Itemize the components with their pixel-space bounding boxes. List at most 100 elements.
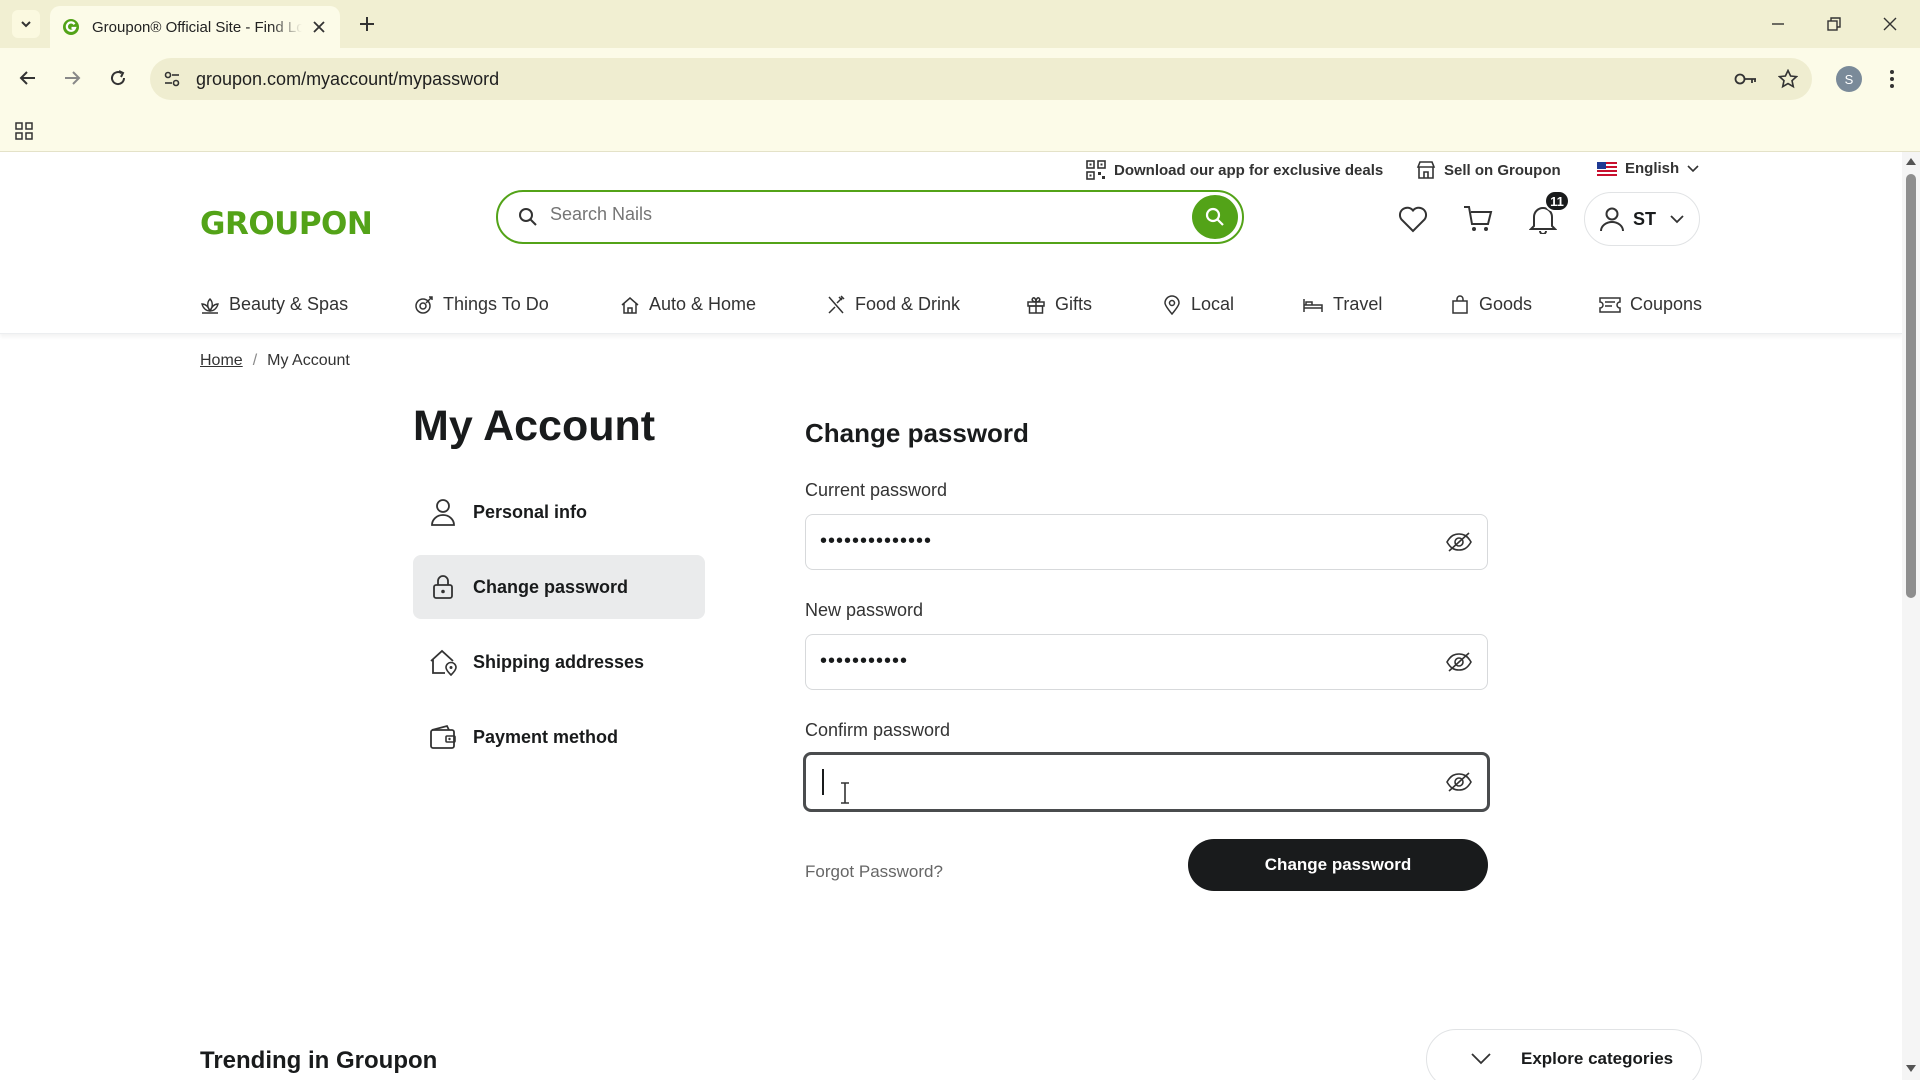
- reload-button[interactable]: [104, 64, 132, 92]
- user-initials: ST: [1633, 208, 1657, 229]
- search-input[interactable]: [550, 204, 1150, 225]
- forward-button[interactable]: [58, 64, 86, 92]
- breadcrumb-current: My Account: [267, 352, 350, 369]
- category-label: Things To Do: [443, 294, 549, 314]
- tab-search-button[interactable]: [12, 10, 40, 38]
- explore-label: Explore categories: [1521, 1049, 1674, 1068]
- lock-icon: [429, 573, 457, 601]
- category-label: Coupons: [1630, 294, 1703, 314]
- close-window-button[interactable]: [1876, 10, 1904, 38]
- site-header: GROUPON 11 ST: [0, 190, 1902, 270]
- sidebar-item-shipping-addresses[interactable]: Shipping addresses: [413, 630, 705, 694]
- new-password-value: •••••••••••: [820, 650, 909, 672]
- restore-icon: [1827, 17, 1841, 31]
- user-icon: [1600, 207, 1624, 232]
- reload-icon: [111, 70, 126, 86]
- eye-off-icon[interactable]: [1445, 530, 1473, 554]
- breadcrumb-home-link[interactable]: Home: [200, 352, 243, 370]
- page-scrollbar[interactable]: [1902, 152, 1920, 1080]
- category-travel[interactable]: Travel: [1302, 294, 1382, 315]
- download-app-link[interactable]: Download our app for exclusive deals: [1086, 160, 1383, 180]
- groupon-favicon-icon: [62, 18, 80, 36]
- groupon-logo[interactable]: GROUPON: [200, 206, 373, 242]
- search-icon: [1205, 207, 1224, 226]
- gift-icon: [1027, 296, 1045, 314]
- wishlist-heart-icon[interactable]: [1396, 202, 1430, 236]
- lotus-icon: [201, 297, 219, 314]
- shopping-bag-icon: [1452, 294, 1468, 314]
- cart-icon[interactable]: [1461, 202, 1495, 236]
- new-tab-button[interactable]: [356, 13, 378, 35]
- category-coupons[interactable]: Coupons: [1599, 294, 1702, 315]
- scroll-up-arrow-icon[interactable]: [1906, 156, 1916, 166]
- arrow-right-icon: [65, 71, 81, 85]
- minimize-window-button[interactable]: [1764, 10, 1792, 38]
- language-selector[interactable]: English: [1597, 160, 1699, 177]
- wallet-icon: [429, 723, 457, 751]
- current-password-field[interactable]: ••••••••••••••: [805, 514, 1488, 570]
- sell-on-groupon-link[interactable]: Sell on Groupon: [1416, 160, 1561, 180]
- confirm-password-label: Confirm password: [805, 720, 951, 740]
- scrollbar-thumb[interactable]: [1906, 174, 1916, 598]
- browser-tab[interactable]: Groupon® Official Site - Find Local Deal…: [50, 6, 340, 48]
- chevron-down-icon: [1687, 164, 1699, 172]
- category-beauty-spas[interactable]: Beauty & Spas: [200, 294, 348, 315]
- category-local[interactable]: Local: [1162, 294, 1234, 315]
- search-bar: [496, 190, 1244, 244]
- sidebar-item-label: Payment method: [473, 726, 619, 747]
- close-tab-icon[interactable]: [310, 18, 328, 36]
- new-password-label: New password: [805, 600, 924, 620]
- category-food-drink[interactable]: Food & Drink: [826, 294, 960, 315]
- address-bar[interactable]: groupon.com/myaccount/mypassword: [150, 58, 1812, 100]
- password-key-icon[interactable]: [1734, 67, 1758, 91]
- sidebar-item-payment-method[interactable]: Payment method: [413, 705, 705, 769]
- text-caret: [822, 769, 824, 795]
- bookmark-star-icon[interactable]: [1776, 67, 1800, 91]
- category-label: Local: [1191, 294, 1235, 314]
- sidebar-item-label: Change password: [473, 576, 629, 597]
- browser-toolbar: groupon.com/myaccount/mypassword S: [0, 48, 1920, 110]
- minimize-icon: [1772, 23, 1784, 25]
- notification-count-badge: 11: [1544, 190, 1570, 212]
- new-password-field[interactable]: •••••••••••: [805, 634, 1488, 690]
- back-button[interactable]: [14, 64, 42, 92]
- page-title: My Account: [413, 402, 656, 450]
- utensils-icon: [828, 294, 845, 314]
- apps-grid-icon[interactable]: [12, 119, 36, 143]
- browser-profile-avatar[interactable]: S: [1836, 66, 1862, 92]
- download-app-label: Download our app for exclusive deals: [1114, 161, 1384, 179]
- user-account-menu[interactable]: ST: [1584, 192, 1700, 246]
- browser-tabstrip: Groupon® Official Site - Find Local Deal…: [0, 0, 1920, 48]
- coupon-icon: [1599, 296, 1621, 313]
- chevron-down-icon: [1670, 214, 1684, 223]
- sidebar-item-personal-info[interactable]: Personal info: [413, 480, 705, 544]
- site-info-icon[interactable]: [160, 67, 184, 91]
- search-submit-button[interactable]: [1192, 195, 1238, 239]
- qr-code-icon: [1086, 160, 1106, 180]
- home-icon: [621, 296, 639, 314]
- eye-off-icon[interactable]: [1445, 650, 1473, 674]
- form-title: Change password: [805, 418, 1029, 448]
- restore-window-button[interactable]: [1820, 10, 1848, 38]
- url-text: groupon.com/myaccount/mypassword: [196, 69, 500, 89]
- forgot-password-link[interactable]: Forgot Password?: [805, 862, 943, 882]
- current-password-label: Current password: [805, 480, 948, 500]
- browser-menu-icon[interactable]: [1880, 66, 1904, 92]
- breadcrumb: Home / My Account: [200, 352, 350, 370]
- page-viewport: Download our app for exclusive deals Sel…: [0, 152, 1902, 1080]
- scroll-down-arrow-icon[interactable]: [1906, 1064, 1916, 1074]
- location-pin-icon: [1164, 294, 1180, 315]
- category-goods[interactable]: Goods: [1450, 294, 1532, 315]
- tab-title: Groupon® Official Site - Find Local Deal…: [92, 18, 302, 36]
- explore-categories-button[interactable]: Explore categories: [1426, 1029, 1702, 1080]
- close-icon: [1883, 17, 1897, 31]
- bookmarks-bar: [0, 110, 1920, 152]
- category-auto-home[interactable]: Auto & Home: [620, 294, 756, 315]
- change-password-button[interactable]: Change password: [1188, 839, 1488, 891]
- category-gifts[interactable]: Gifts: [1026, 294, 1092, 315]
- confirm-password-field[interactable]: [803, 752, 1490, 812]
- eye-off-icon[interactable]: [1445, 770, 1473, 794]
- chevron-down-icon: [1471, 1053, 1491, 1065]
- sidebar-item-change-password[interactable]: Change password: [413, 555, 705, 619]
- category-things-to-do[interactable]: Things To Do: [414, 294, 549, 315]
